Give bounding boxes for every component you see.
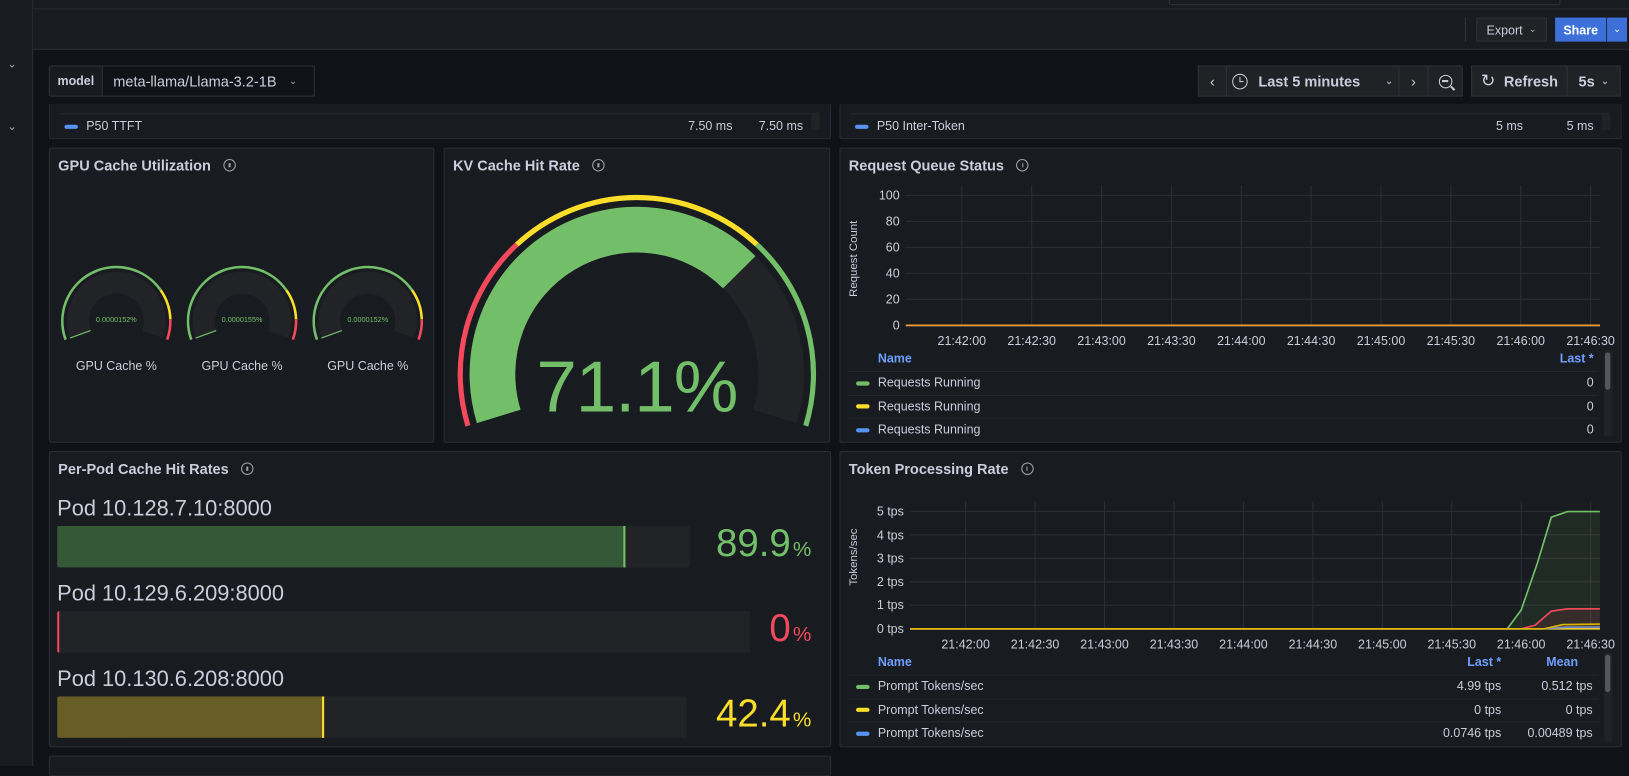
gauge-track	[318, 271, 418, 339]
threshold-arc	[165, 319, 172, 341]
series-line[interactable]	[910, 623, 1600, 630]
gauge-track	[67, 271, 166, 339]
gauge-track	[192, 271, 292, 339]
series-area	[910, 608, 1600, 629]
series-area	[910, 511, 1600, 629]
kv-cache-gauge-value	[469, 206, 756, 424]
threshold-arc	[291, 319, 298, 341]
series-line[interactable]	[910, 510, 1600, 630]
visualization-layer	[61, 184, 1600, 630]
series-line[interactable]	[910, 607, 1600, 630]
threshold-arc	[417, 319, 424, 341]
